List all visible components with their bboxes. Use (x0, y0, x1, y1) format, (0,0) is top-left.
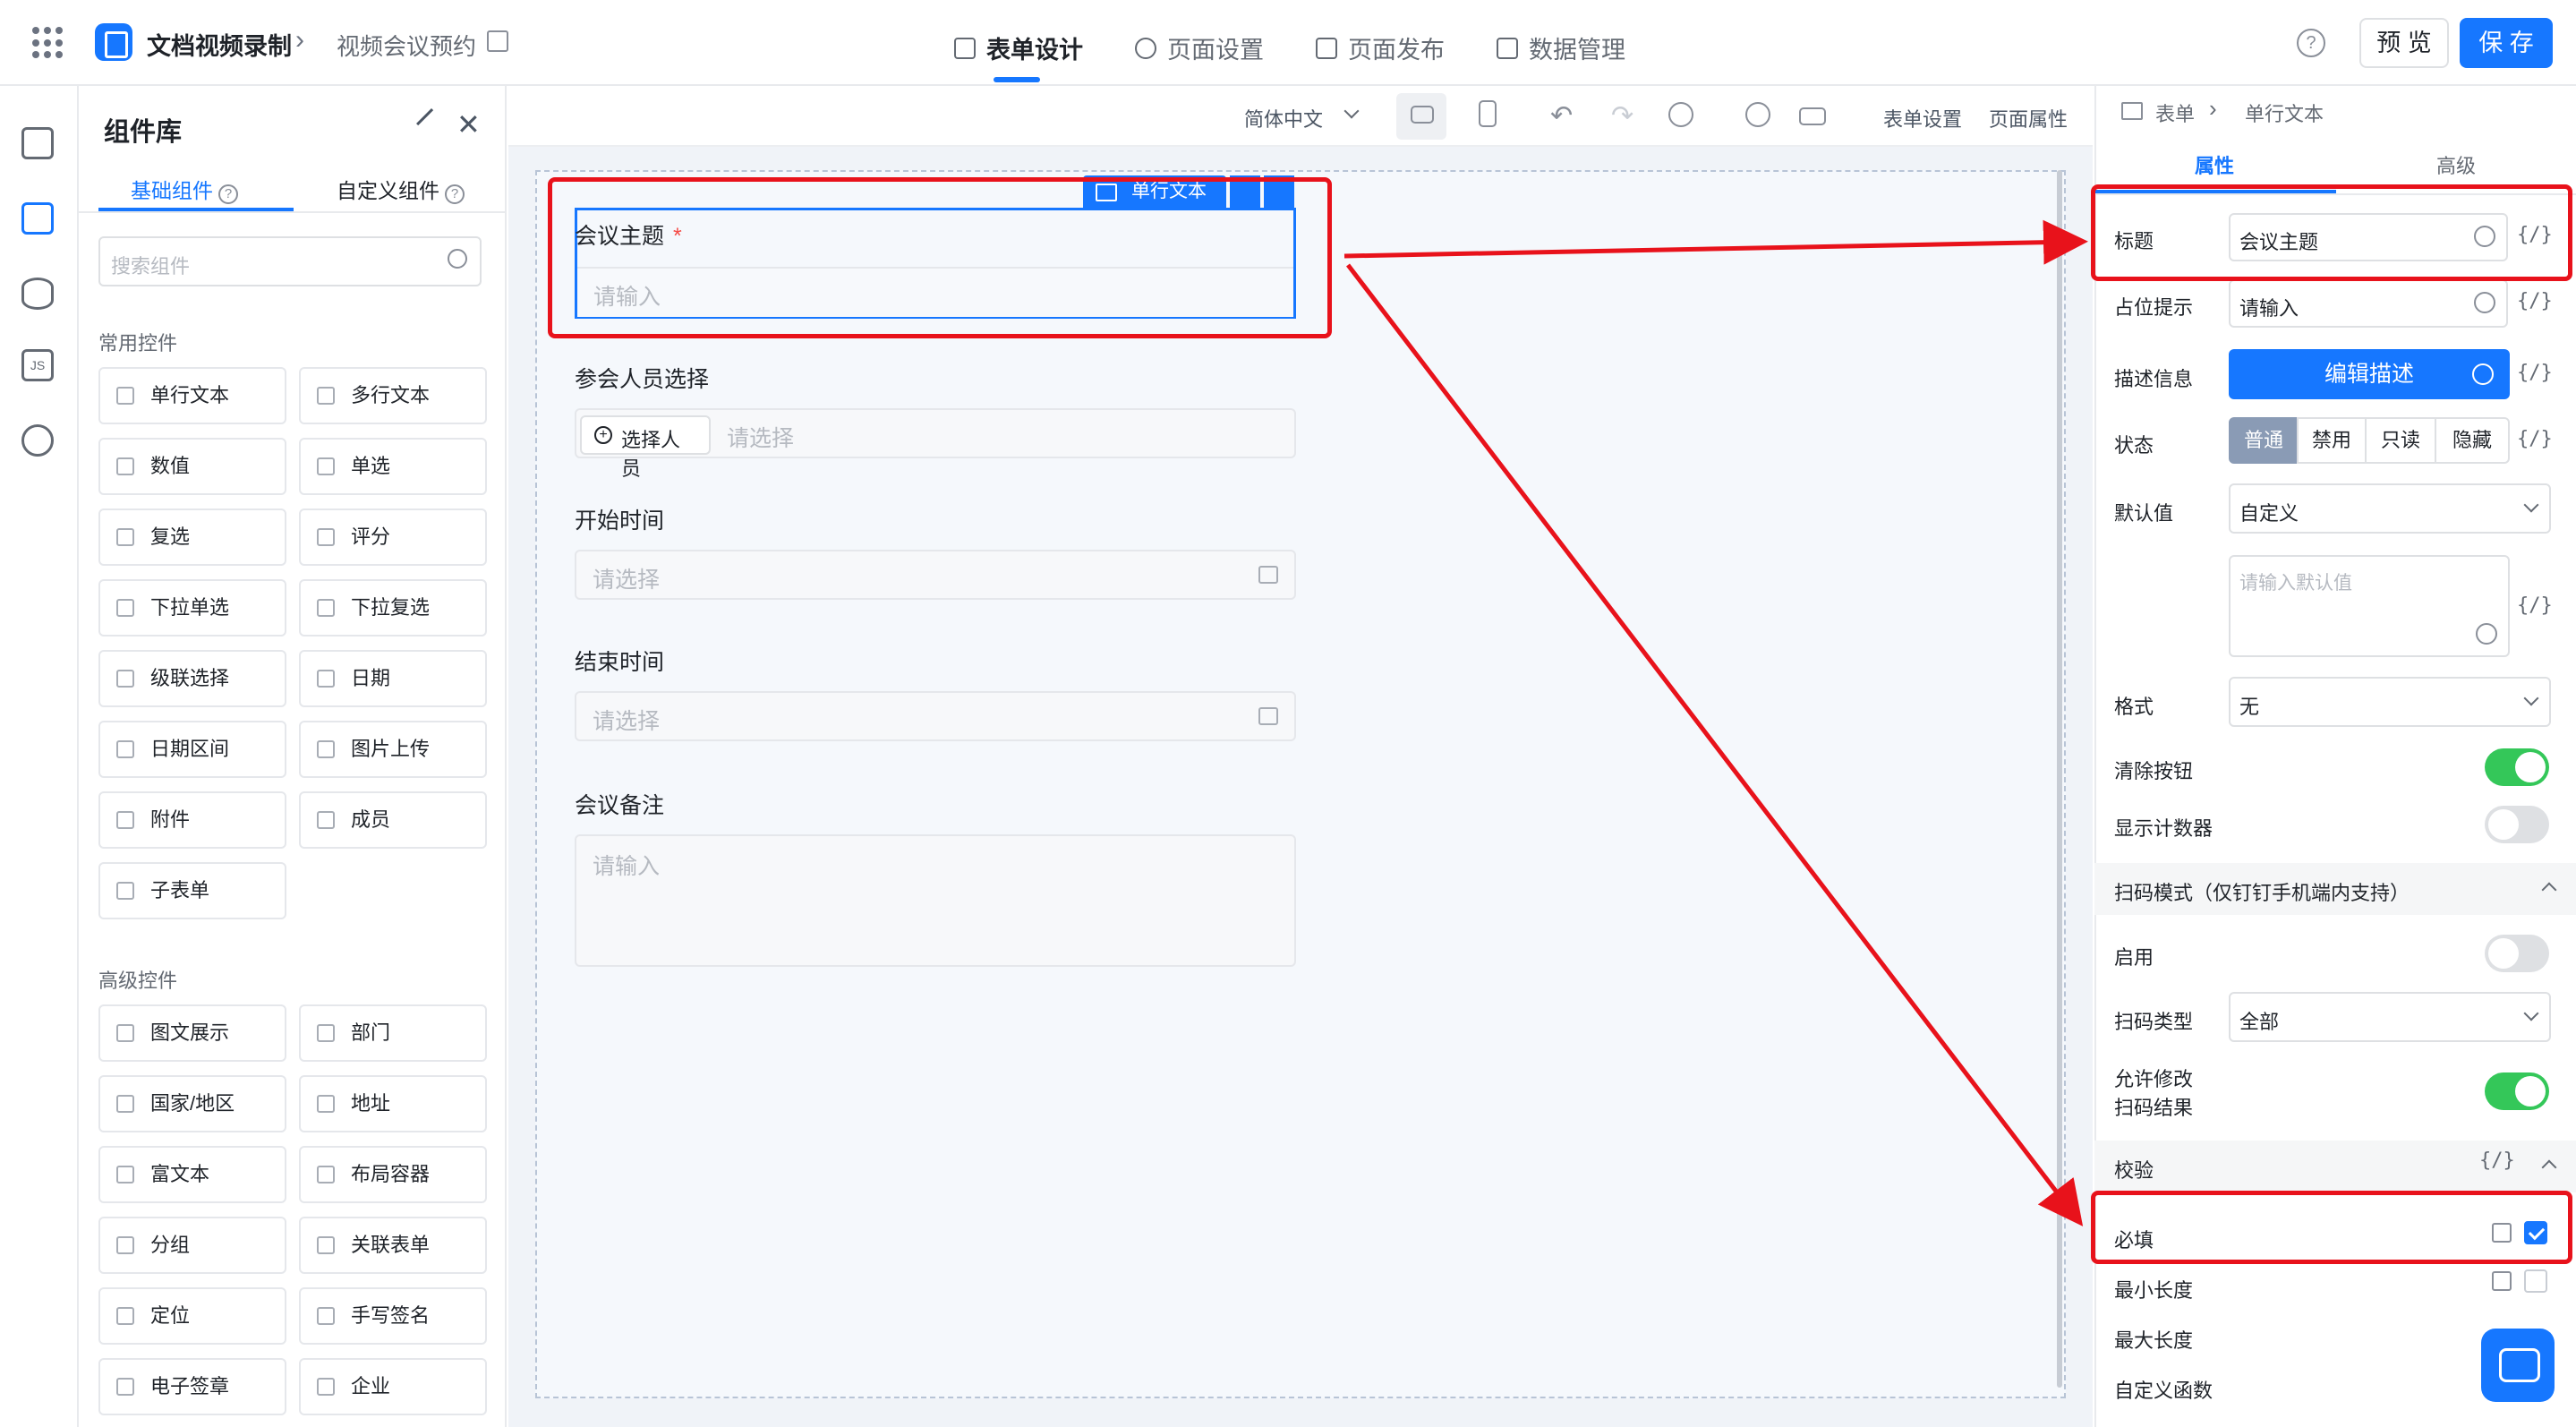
annotation-arrows (1343, 219, 2088, 1226)
arrow-to-title-prop (1343, 219, 2088, 265)
arrow-to-required-prop (1346, 263, 2084, 1226)
